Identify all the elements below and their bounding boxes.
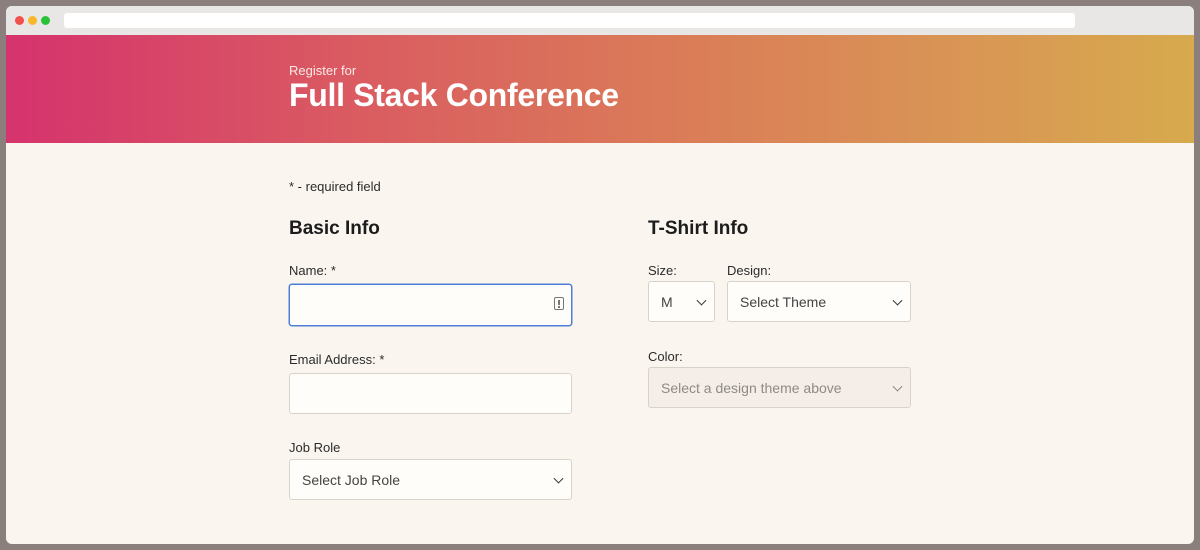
size-label: Size: bbox=[648, 263, 677, 278]
chevron-down-icon bbox=[892, 381, 903, 392]
size-select[interactable]: M bbox=[648, 281, 715, 322]
job-role-selected-value: Select Job Role bbox=[302, 471, 401, 488]
required-field-note: * - required field bbox=[289, 179, 381, 194]
password-manager-icon[interactable] bbox=[554, 297, 564, 310]
chevron-down-icon bbox=[553, 473, 564, 484]
job-role-select[interactable]: Select Job Role bbox=[289, 459, 572, 500]
design-label: Design: bbox=[727, 263, 772, 278]
minimize-window-button[interactable] bbox=[28, 16, 37, 25]
color-label: Color: bbox=[648, 349, 683, 364]
chevron-down-icon bbox=[892, 295, 903, 306]
maximize-window-button[interactable] bbox=[41, 16, 50, 25]
size-selected-value: M bbox=[661, 293, 673, 310]
tshirt-info-heading: T-Shirt Info bbox=[648, 218, 749, 239]
hero-subtitle: Register for bbox=[289, 63, 357, 78]
browser-chrome bbox=[6, 6, 1194, 35]
hero-banner: Register for Full Stack Conference bbox=[6, 35, 1194, 143]
name-label: Name: * bbox=[289, 263, 336, 278]
design-select[interactable]: Select Theme bbox=[727, 281, 911, 322]
design-selected-value: Select Theme bbox=[740, 293, 827, 310]
name-input[interactable] bbox=[289, 284, 572, 326]
email-label: Email Address: * bbox=[289, 352, 385, 367]
address-bar[interactable] bbox=[64, 13, 1075, 28]
job-role-label: Job Role bbox=[289, 440, 341, 455]
page-title: Full Stack Conference bbox=[289, 77, 619, 113]
browser-window: Register for Full Stack Conference * - r… bbox=[6, 6, 1194, 544]
color-selected-value: Select a design theme above bbox=[661, 379, 842, 396]
email-input[interactable] bbox=[289, 373, 572, 414]
color-select[interactable]: Select a design theme above bbox=[648, 367, 911, 408]
basic-info-heading: Basic Info bbox=[289, 218, 380, 239]
close-window-button[interactable] bbox=[15, 16, 24, 25]
chevron-down-icon bbox=[696, 295, 707, 306]
